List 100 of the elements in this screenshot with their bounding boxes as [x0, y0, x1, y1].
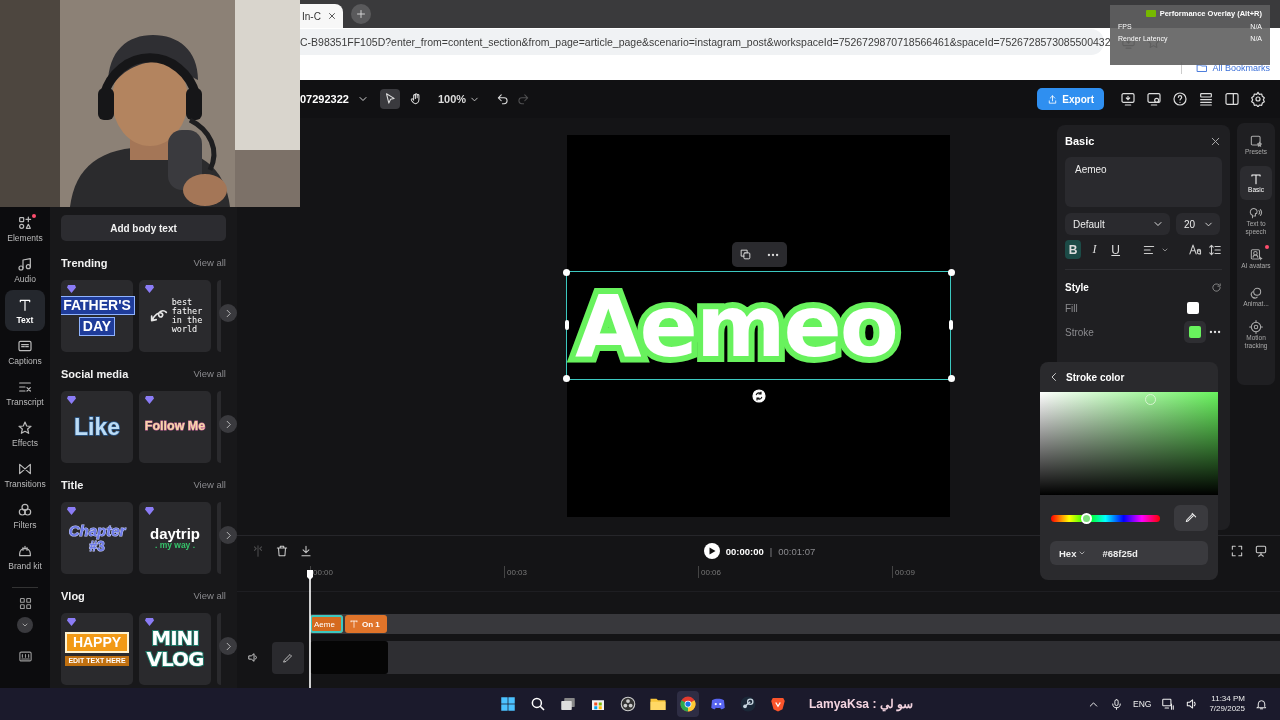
time-tick: 00:03 — [504, 566, 698, 578]
premium-icon — [67, 285, 76, 293]
template-card[interactable]: Chapter #3 — [61, 502, 133, 574]
apps-icon[interactable] — [17, 596, 33, 611]
color-swatch-button[interactable] — [1184, 321, 1206, 343]
edit-cover-button[interactable] — [272, 641, 304, 674]
settings-icon[interactable] — [1250, 91, 1266, 107]
download-icon[interactable] — [299, 544, 313, 558]
resize-handle[interactable] — [565, 320, 569, 330]
reset-icon[interactable] — [1211, 281, 1222, 293]
duration: 00:01:07 — [778, 545, 816, 557]
sidebar-item[interactable]: Elements — [5, 208, 45, 249]
next-button[interactable] — [219, 637, 237, 655]
close-icon[interactable] — [326, 11, 337, 21]
hex-input[interactable]: Hex #68f25d — [1050, 541, 1208, 565]
undo-icon[interactable] — [496, 92, 511, 106]
search-icon — [529, 695, 547, 713]
new-tab-button[interactable] — [350, 4, 371, 24]
sidebar-icon[interactable] — [1224, 91, 1240, 107]
delete-icon[interactable] — [275, 544, 289, 558]
tab-title: In-C — [302, 10, 321, 22]
sidebar-item[interactable]: Effects — [5, 413, 45, 454]
clock[interactable]: 11:34 PM 7/29/2025 — [1209, 693, 1245, 715]
case-icon[interactable] — [1188, 242, 1203, 257]
add-body-text-button[interactable]: Add body text — [61, 215, 226, 241]
sidebar-item[interactable]: Transitions — [5, 454, 45, 495]
text-clip[interactable]: Aeme — [310, 615, 343, 633]
play-button[interactable] — [703, 543, 720, 559]
section-title: Style — [1065, 281, 1089, 293]
network-icon[interactable] — [1161, 697, 1176, 711]
sidebar-item[interactable]: Filters — [5, 495, 45, 536]
hex-value: #68f25d — [1102, 547, 1138, 559]
stack-icon[interactable] — [1198, 91, 1214, 107]
view-all-link[interactable]: View all — [193, 590, 226, 601]
keyboard-icon[interactable] — [17, 649, 33, 664]
project-name[interactable]: 07292322 — [300, 93, 349, 105]
sidebar-item[interactable]: Text — [5, 290, 45, 331]
expand-button[interactable] — [17, 617, 33, 633]
playhead[interactable] — [305, 570, 315, 688]
italic-button[interactable]: I — [1086, 240, 1103, 259]
template-card[interactable]: Like — [61, 391, 133, 463]
rotate-icon[interactable] — [751, 388, 767, 404]
line-spacing-icon[interactable] — [1208, 242, 1222, 257]
next-button[interactable] — [219, 415, 237, 433]
sidebar-item[interactable]: Captions — [5, 331, 45, 372]
next-button[interactable] — [219, 526, 237, 544]
bold-button[interactable]: B — [1065, 240, 1082, 259]
view-all-link[interactable]: View all — [193, 479, 226, 490]
microphone-icon[interactable] — [1110, 697, 1123, 711]
font-dropdown[interactable]: Default — [1065, 213, 1170, 235]
monitor-icon[interactable] — [1120, 91, 1136, 107]
resize-handle[interactable] — [563, 269, 570, 276]
template-card[interactable]: FATHER'S DAY — [61, 280, 133, 352]
resize-handle[interactable] — [949, 320, 953, 330]
star-icon — [17, 419, 33, 436]
taskbar-app[interactable] — [677, 691, 699, 717]
size-dropdown[interactable]: 20 — [1176, 213, 1220, 235]
premium-icon — [67, 507, 76, 515]
resize-handle[interactable] — [948, 269, 955, 276]
browser-icon — [679, 695, 697, 713]
template-card[interactable]: daytrip . my way . — [139, 502, 211, 574]
sidebar-item[interactable]: Transcript — [5, 372, 45, 413]
template-card[interactable]: MINI VLOG — [139, 613, 211, 685]
zoom-dropdown[interactable]: 100% — [438, 93, 481, 105]
copy-icon[interactable] — [739, 248, 752, 261]
browser-tab[interactable]: In-C — [300, 4, 343, 28]
template-text: Chapter #3 — [68, 522, 126, 554]
format-dropdown[interactable]: Hex — [1059, 547, 1087, 559]
notification-icon[interactable] — [1255, 697, 1268, 711]
video-clip[interactable] — [310, 641, 388, 674]
view-all-link[interactable]: View all — [193, 257, 226, 268]
popup-title: Stroke color — [1066, 371, 1125, 383]
panel-title: Basic — [1065, 135, 1095, 147]
help-icon[interactable] — [1172, 91, 1188, 107]
template-text: daytrip . my way . — [150, 525, 200, 551]
premium-icon — [145, 396, 154, 404]
target-icon — [1249, 320, 1263, 335]
underline-button[interactable]: U — [1107, 240, 1124, 259]
saturation-area[interactable] — [1040, 392, 1218, 495]
eyedropper-button[interactable] — [1173, 505, 1208, 531]
template-card[interactable]: best father in the world — [139, 280, 211, 352]
language-indicator[interactable]: ENG — [1133, 699, 1152, 709]
view-all-link[interactable]: View all — [193, 368, 226, 379]
hue-slider[interactable] — [1051, 514, 1160, 522]
resize-handle[interactable] — [563, 375, 570, 382]
resize-handle[interactable] — [948, 375, 955, 382]
select-tool[interactable] — [380, 89, 400, 109]
play-icon — [707, 547, 716, 555]
hue-thumb[interactable] — [1080, 512, 1092, 524]
sidebar-item[interactable]: Audio — [5, 249, 45, 290]
text-input[interactable]: Aemeo — [1065, 157, 1222, 207]
volume-icon[interactable] — [247, 651, 260, 664]
fullscreen-icon[interactable] — [1230, 544, 1244, 558]
template-card[interactable]: Follow Me — [139, 391, 211, 463]
next-button[interactable] — [219, 304, 237, 322]
sidebar-item[interactable]: Brand kit — [5, 536, 45, 577]
start-icon — [499, 695, 517, 713]
recorder-icon — [619, 695, 637, 713]
monitor-icon[interactable] — [1254, 544, 1268, 558]
monitor-icon[interactable] — [1146, 91, 1162, 107]
